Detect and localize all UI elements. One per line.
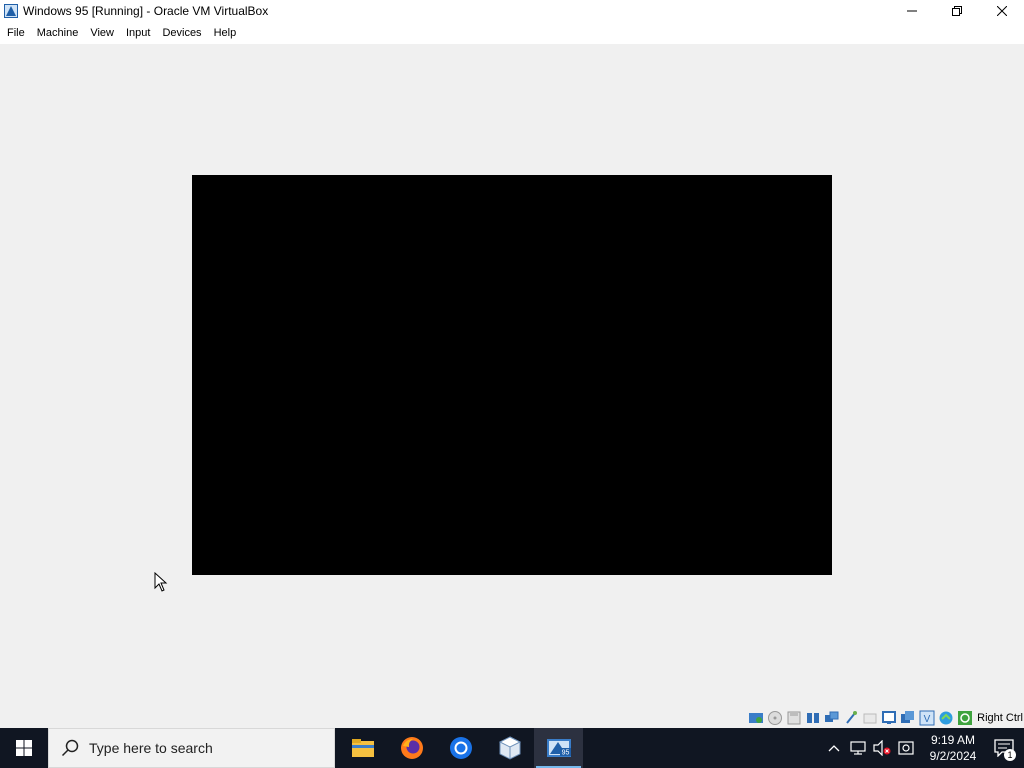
shared-folders-icon[interactable] [862,710,878,726]
mouse-integration-icon[interactable] [938,710,954,726]
video-capture-icon[interactable] [900,710,916,726]
close-button[interactable] [979,0,1024,22]
menu-devices[interactable]: Devices [156,22,207,44]
taskbar-clock[interactable]: 9:19 AM 9/2/2024 [922,732,984,764]
svg-text:95: 95 [561,750,569,757]
title-bar: Windows 95 [Running] - Oracle VM Virtual… [0,0,1024,22]
chevron-up-icon [828,745,840,752]
taskbar-search-box[interactable]: Type here to search [48,728,335,768]
taskbar-app-firefox[interactable] [387,728,436,768]
close-icon [996,6,1007,16]
show-hidden-icons-button[interactable] [822,728,846,768]
security-icon [898,741,914,755]
host-key-label: Right Ctrl [977,712,1023,724]
taskbar-app-virtualbox-manager[interactable] [485,728,534,768]
restore-icon [951,6,962,16]
network-icon[interactable] [824,710,840,726]
menu-view[interactable]: View [84,22,120,44]
minimize-icon [906,10,917,12]
menu-help[interactable]: Help [208,22,243,44]
start-button[interactable] [0,728,48,768]
window-controls [889,0,1024,22]
taskbar-app-chrome[interactable] [436,728,485,768]
vm-screen[interactable] [192,175,832,575]
display-icon[interactable] [881,710,897,726]
notification-count-badge: 1 [1004,749,1016,761]
menu-input[interactable]: Input [120,22,156,44]
file-explorer-icon [351,739,374,757]
virtualization-icon[interactable]: V [919,710,935,726]
status-bar: V Right Ctrl [0,708,1024,728]
menu-machine[interactable]: Machine [31,22,85,44]
mouse-pointer-icon [154,571,168,592]
hard-disk-icon[interactable] [748,710,764,726]
minimize-button[interactable] [889,0,934,22]
menu-file[interactable]: File [1,22,31,44]
floppy-icon[interactable] [786,710,802,726]
action-center-button[interactable]: 1 [984,728,1024,768]
virtualbox-vm-icon: 95 [546,739,571,757]
volume-muted-icon [873,740,891,756]
system-tray: 9:19 AM 9/2/2024 1 [822,728,1024,768]
tray-volume-button[interactable] [870,728,894,768]
menu-bar: File Machine View Input Devices Help [0,22,1024,44]
taskbar-apps: 95 [338,728,583,768]
restore-button[interactable] [934,0,979,22]
taskbar-app-virtualbox-vm[interactable]: 95 [534,728,583,768]
firefox-icon [400,737,423,759]
window-title: Windows 95 [Running] - Oracle VM Virtual… [23,4,269,18]
tray-security-button[interactable] [894,728,918,768]
audio-icon[interactable] [805,710,821,726]
tray-network-button[interactable] [846,728,870,768]
windows-logo-icon [16,740,32,756]
usb-icon[interactable] [843,710,859,726]
clock-time: 9:19 AM [930,733,976,747]
vm-display-area[interactable] [0,44,1024,708]
search-icon [61,739,79,757]
taskbar: Type here to search 95 9:19 AM 9/2/2024 … [0,728,1024,768]
svg-text:V: V [924,714,931,725]
optical-disk-icon[interactable] [767,710,783,726]
search-placeholder: Type here to search [89,740,213,756]
status-indicators: V [748,710,973,726]
network-icon [850,741,866,755]
virtualbox-icon[interactable] [3,3,19,19]
host-key-icon[interactable] [957,710,973,726]
chrome-icon [449,737,472,759]
clock-date: 9/2/2024 [929,749,977,763]
virtualbox-manager-icon [498,736,521,760]
taskbar-app-file-explorer[interactable] [338,728,387,768]
